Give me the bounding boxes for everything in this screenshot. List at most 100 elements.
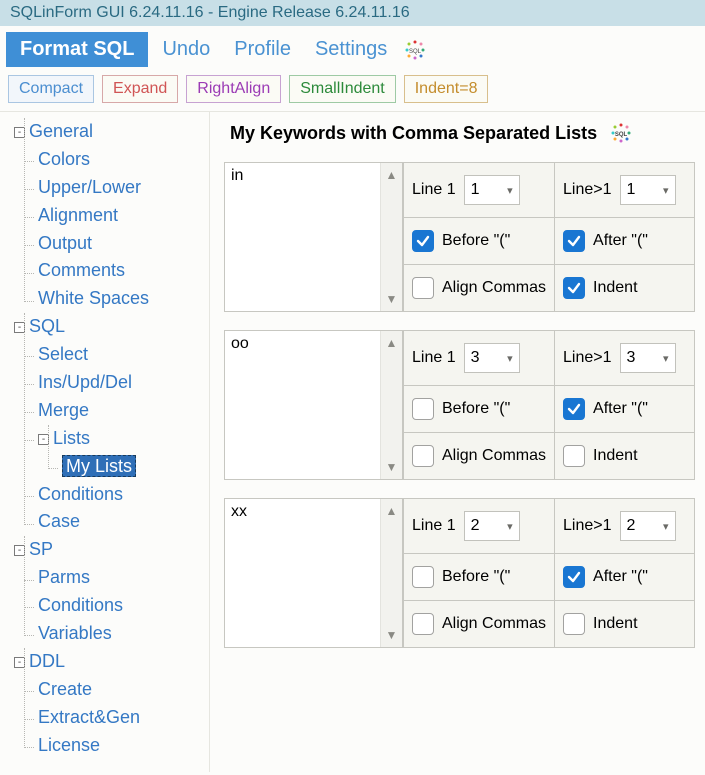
- scroll-down-icon[interactable]: ▼: [381, 287, 402, 311]
- checkbox[interactable]: [563, 230, 585, 252]
- linegt1-label: Line>1: [563, 181, 612, 199]
- line1-label: Line 1: [412, 349, 456, 367]
- tree-general[interactable]: General: [29, 121, 93, 141]
- align-commas-label: Align Commas: [442, 447, 546, 465]
- tree-extractgen[interactable]: Extract&Gen: [38, 707, 140, 727]
- checkbox[interactable]: [563, 613, 585, 635]
- sidebar-tree: -General Colors Upper/Lower Alignment Ou…: [0, 112, 210, 772]
- select-value: 3: [627, 349, 636, 367]
- select-dropdown[interactable]: 3▾: [464, 343, 520, 373]
- tree-upper-lower[interactable]: Upper/Lower: [38, 177, 141, 197]
- tree-ddl[interactable]: DDL: [29, 651, 65, 671]
- indent-label: Indent: [593, 447, 637, 465]
- keyword-textarea[interactable]: in: [225, 163, 380, 311]
- tree-alignment[interactable]: Alignment: [38, 205, 118, 225]
- indent-label: Indent: [593, 279, 637, 297]
- select-value: 1: [627, 181, 636, 199]
- checkbox[interactable]: [412, 277, 434, 299]
- line1-label: Line 1: [412, 517, 456, 535]
- checkbox[interactable]: [412, 230, 434, 252]
- checkbox[interactable]: [412, 566, 434, 588]
- before-paren-label: Before "(": [442, 232, 510, 250]
- scroll-up-icon[interactable]: ▲: [381, 499, 402, 523]
- after-paren-label: After "(": [593, 568, 648, 586]
- scroll-down-icon[interactable]: ▼: [381, 455, 402, 479]
- menu-settings[interactable]: Settings: [305, 32, 397, 67]
- before-paren-label: Before "(": [442, 568, 510, 586]
- app-logo-icon: SQL: [609, 122, 633, 144]
- linegt1-label: Line>1: [563, 349, 612, 367]
- tree-whitespaces[interactable]: White Spaces: [38, 288, 149, 308]
- before-paren-label: Before "(": [442, 400, 510, 418]
- align-commas-label: Align Commas: [442, 279, 546, 297]
- toolbar-compact-button[interactable]: Compact: [8, 75, 94, 103]
- chevron-down-icon: ▾: [507, 352, 513, 365]
- page-title: My Keywords with Comma Separated Lists: [230, 123, 597, 144]
- select-dropdown[interactable]: 1▾: [464, 175, 520, 205]
- after-paren-label: After "(": [593, 232, 648, 250]
- svg-text:SQL: SQL: [409, 49, 422, 55]
- checkbox[interactable]: [412, 445, 434, 467]
- keyword-block: oo ▲ ▼ Line 13▾ Line>13▾ Before "(" Afte…: [224, 330, 695, 480]
- scroll-down-icon[interactable]: ▼: [381, 623, 402, 647]
- chevron-down-icon: ▾: [663, 520, 669, 533]
- keyword-textarea[interactable]: oo: [225, 331, 380, 479]
- toolbar-rightalign-button[interactable]: RightAlign: [186, 75, 281, 103]
- chevron-down-icon: ▾: [663, 184, 669, 197]
- tree-insupddel[interactable]: Ins/Upd/Del: [38, 372, 132, 392]
- tree-colors[interactable]: Colors: [38, 149, 90, 169]
- select-value: 2: [627, 517, 636, 535]
- tree-sp[interactable]: SP: [29, 539, 53, 559]
- select-dropdown[interactable]: 1▾: [620, 175, 676, 205]
- window-title-text: SQLinForm GUI 6.24.11.16 - Engine Releas…: [10, 4, 410, 21]
- svg-text:SQL: SQL: [615, 132, 628, 138]
- select-dropdown[interactable]: 2▾: [620, 511, 676, 541]
- keyword-block: xx ▲ ▼ Line 12▾ Line>12▾ Before "(" Afte…: [224, 498, 695, 648]
- scroll-up-icon[interactable]: ▲: [381, 163, 402, 187]
- tree-create[interactable]: Create: [38, 679, 92, 699]
- tree-output[interactable]: Output: [38, 233, 92, 253]
- chevron-down-icon: ▾: [663, 352, 669, 365]
- chevron-down-icon: ▾: [507, 184, 513, 197]
- format-sql-button[interactable]: Format SQL: [6, 32, 148, 67]
- checkbox[interactable]: [412, 613, 434, 635]
- tree-comments[interactable]: Comments: [38, 260, 125, 280]
- select-value: 2: [471, 517, 480, 535]
- keyword-block: in ▲ ▼ Line 11▾ Line>11▾ Before "(" Afte…: [224, 162, 695, 312]
- toolbar-indent8-button[interactable]: Indent=8: [404, 75, 489, 103]
- tree-parms[interactable]: Parms: [38, 567, 90, 587]
- select-dropdown[interactable]: 2▾: [464, 511, 520, 541]
- select-value: 1: [471, 181, 480, 199]
- menu-profile[interactable]: Profile: [224, 32, 301, 67]
- checkbox[interactable]: [563, 277, 585, 299]
- align-commas-label: Align Commas: [442, 615, 546, 633]
- checkbox[interactable]: [412, 398, 434, 420]
- main-panel: My Keywords with Comma Separated Lists S…: [210, 112, 705, 772]
- line1-label: Line 1: [412, 181, 456, 199]
- linegt1-label: Line>1: [563, 517, 612, 535]
- menubar: Format SQL Undo Profile Settings SQL: [0, 26, 705, 73]
- tree-case[interactable]: Case: [38, 511, 80, 531]
- tree-lists[interactable]: Lists: [53, 428, 90, 448]
- scroll-up-icon[interactable]: ▲: [381, 331, 402, 355]
- indent-label: Indent: [593, 615, 637, 633]
- app-logo-icon: SQL: [403, 39, 427, 61]
- tree-sp-conditions[interactable]: Conditions: [38, 595, 123, 615]
- tree-select[interactable]: Select: [38, 344, 88, 364]
- toolbar: Compact Expand RightAlign SmallIndent In…: [0, 73, 705, 112]
- tree-license[interactable]: License: [38, 735, 100, 755]
- toolbar-smallindent-button[interactable]: SmallIndent: [289, 75, 396, 103]
- keyword-textarea[interactable]: xx: [225, 499, 380, 647]
- toolbar-expand-button[interactable]: Expand: [102, 75, 178, 103]
- chevron-down-icon: ▾: [507, 520, 513, 533]
- tree-variables[interactable]: Variables: [38, 623, 112, 643]
- tree-sql[interactable]: SQL: [29, 316, 65, 336]
- tree-merge[interactable]: Merge: [38, 400, 89, 420]
- menu-undo[interactable]: Undo: [152, 32, 220, 67]
- checkbox[interactable]: [563, 398, 585, 420]
- tree-mylists[interactable]: My Lists: [62, 455, 136, 477]
- select-dropdown[interactable]: 3▾: [620, 343, 676, 373]
- checkbox[interactable]: [563, 566, 585, 588]
- checkbox[interactable]: [563, 445, 585, 467]
- tree-sql-conditions[interactable]: Conditions: [38, 484, 123, 504]
